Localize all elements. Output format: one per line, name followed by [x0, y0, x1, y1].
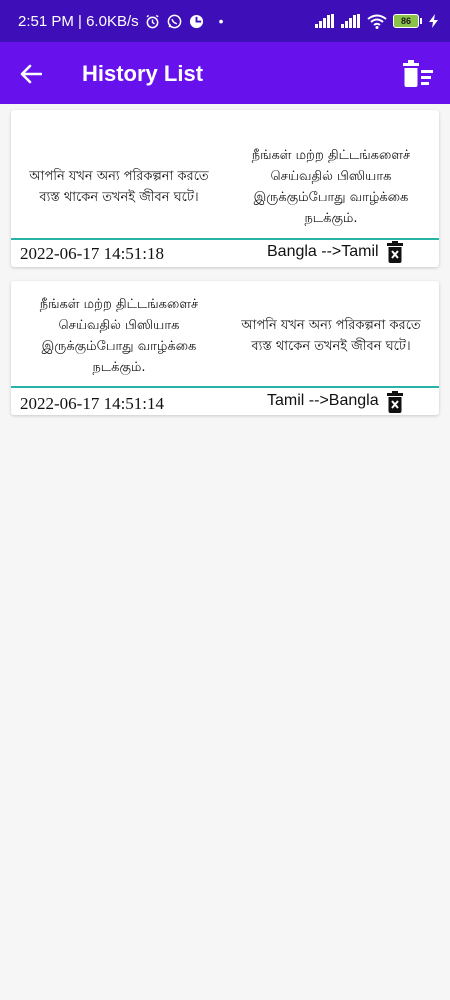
battery-level: 86	[393, 14, 419, 28]
target-text: আপনি যখন অন্য পরিকল্পনা করতে ব্যস্ত থাকে…	[241, 318, 421, 354]
divider	[11, 238, 439, 240]
target-text: நீங்கள் மற்ற திட்டங்களைச் செய்வதில் பிஸி…	[251, 148, 411, 226]
language-pair: Bangla -->Tamil	[267, 243, 379, 260]
source-text: আপনি যখন অন্য পরিকল্পনা করতে ব্যস্ত থাকে…	[29, 169, 209, 205]
status-left: 2:51 PM | 6.0KB/s •	[18, 13, 224, 30]
history-item[interactable]: நீங்கள் மற்ற திட்டங்களைச் செய்வதில் பிஸி…	[11, 281, 439, 415]
wifi-icon	[367, 13, 387, 29]
delete-item-button[interactable]	[385, 390, 405, 414]
trash-x-icon	[387, 391, 403, 413]
charging-icon	[428, 13, 438, 29]
app-icon	[189, 13, 205, 29]
delete-item-button[interactable]	[385, 240, 405, 264]
battery-icon: 86	[393, 14, 422, 28]
whatsapp-icon	[167, 13, 183, 29]
page-title: History List	[82, 61, 204, 86]
alarm-icon	[145, 13, 161, 29]
source-text: நீங்கள் மற்ற திட்டங்களைச் செய்வதில் பிஸி…	[39, 297, 199, 375]
status-right: 86	[315, 13, 438, 29]
history-item[interactable]: আপনি যখন অন্য পরিকল্পনা করতে ব্যস্ত থাকে…	[11, 110, 439, 267]
back-button[interactable]	[18, 61, 44, 87]
status-time-speed: 2:51 PM | 6.0KB/s	[18, 12, 139, 30]
status-dot: •	[218, 13, 224, 29]
status-bar: 2:51 PM | 6.0KB/s • 86	[0, 0, 450, 42]
history-date: 2022-06-17 14:51:18	[20, 244, 165, 263]
delete-sweep-icon	[403, 60, 433, 87]
trash-x-icon	[387, 241, 403, 263]
clear-history-button[interactable]	[400, 59, 436, 89]
arrow-left-icon	[20, 64, 42, 84]
signal-icon	[315, 13, 335, 29]
app-bar: History List	[0, 42, 450, 104]
signal-icon	[341, 13, 361, 29]
language-pair: Tamil -->Bangla	[267, 392, 379, 409]
divider	[11, 386, 439, 388]
battery-cap	[420, 18, 422, 24]
history-date: 2022-06-17 14:51:14	[20, 394, 165, 413]
